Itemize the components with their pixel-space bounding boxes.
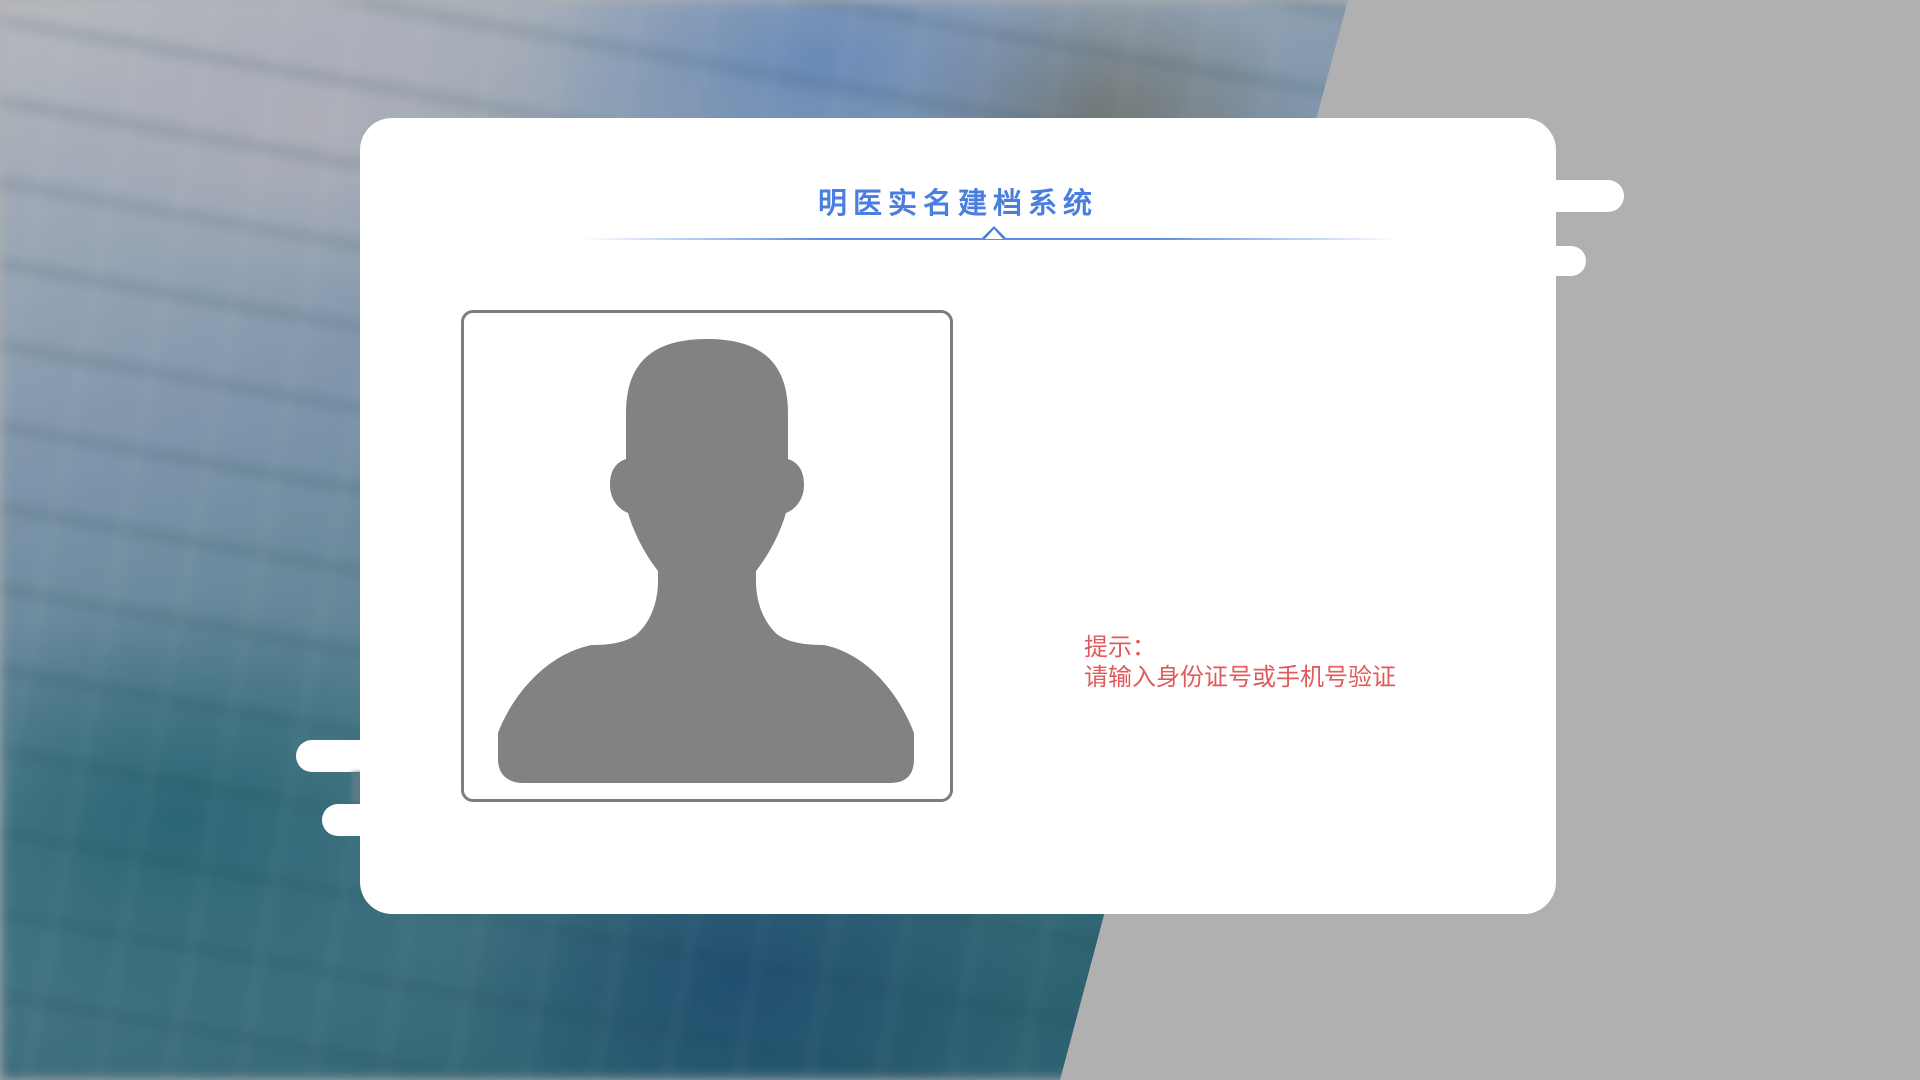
hint-message: 请输入身份证号或手机号验证 bbox=[1084, 663, 1396, 691]
hint-label: 提示： bbox=[1084, 633, 1156, 661]
title-caret-inner bbox=[985, 229, 1003, 239]
person-silhouette-icon bbox=[498, 339, 914, 783]
page-title: 明医实名建档系统 bbox=[817, 186, 1098, 220]
screen: 明医实名建档系统 提示： 请输入身份证号或手机号验证 bbox=[0, 0, 1920, 1080]
id-photo-frame bbox=[461, 310, 953, 802]
hint-text: 提示： 请输入身份证号或手机号验证 bbox=[1084, 632, 1396, 692]
